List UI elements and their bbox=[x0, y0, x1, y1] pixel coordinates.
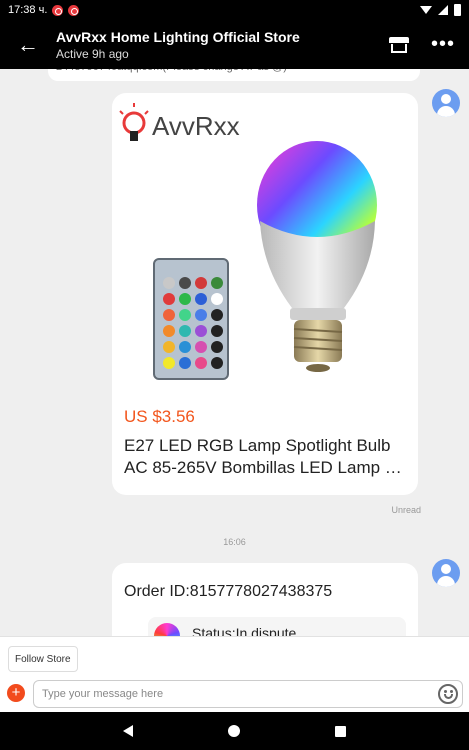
store-button[interactable] bbox=[381, 25, 417, 65]
order-status: Status:In dispute bbox=[192, 625, 297, 636]
product-name[interactable]: E27 LED RGB Lamp Spotlight Bulb AC 85-26… bbox=[124, 435, 408, 479]
signal-icon bbox=[438, 5, 448, 15]
status-time: 17:38 ч. bbox=[8, 4, 48, 16]
avatar-icon bbox=[432, 559, 460, 587]
store-icon bbox=[389, 36, 409, 53]
brand-logo-icon bbox=[119, 103, 149, 141]
back-arrow-icon: ← bbox=[17, 31, 39, 57]
page-title: AvvRxx Home Lighting Official Store bbox=[56, 28, 300, 45]
header-title-area: AvvRxx Home Lighting Official Store Acti… bbox=[56, 28, 381, 62]
message-input[interactable] bbox=[33, 680, 463, 708]
avatar-icon bbox=[432, 89, 460, 117]
nav-home-icon[interactable] bbox=[228, 725, 240, 737]
battery-icon bbox=[454, 4, 461, 16]
product-card[interactable]: AvvRxx US $3.56 E27 LED RGB Lamp Spotlig… bbox=[112, 93, 418, 495]
product-price: US $3.56 bbox=[124, 407, 195, 426]
app-bar: ← AvvRxx Home Lighting Official Store Ac… bbox=[0, 20, 469, 69]
nav-recents-icon[interactable] bbox=[335, 725, 346, 737]
order-card[interactable]: Order ID:8157778027438375 Status:In disp… bbox=[112, 563, 418, 636]
order-details[interactable]: Status:In dispute bbox=[148, 617, 406, 636]
read-status: Unread bbox=[391, 505, 421, 515]
chat-area[interactable]: 2443790740atqq.com(Please change AT as @… bbox=[0, 69, 469, 636]
message-timestamp: 16:06 bbox=[223, 537, 246, 547]
wifi-icon bbox=[420, 6, 432, 14]
more-options-button[interactable]: ••• bbox=[417, 25, 469, 65]
alarm-icon bbox=[68, 4, 80, 16]
brand-logo-text: AvvRxx bbox=[152, 111, 240, 141]
back-button[interactable]: ← bbox=[0, 20, 56, 69]
alarm-icon bbox=[52, 4, 64, 16]
add-icon[interactable]: + bbox=[7, 684, 25, 702]
product-image: AvvRxx bbox=[119, 103, 377, 380]
emoji-icon[interactable] bbox=[438, 684, 458, 704]
status-icons bbox=[420, 4, 461, 16]
more-icon: ••• bbox=[430, 33, 455, 55]
follow-store-button[interactable]: Follow Store bbox=[8, 646, 78, 672]
order-id: Order ID:8157778027438375 bbox=[124, 583, 333, 600]
status-bar: 17:38 ч. bbox=[0, 0, 469, 20]
active-status: Active 9h ago bbox=[56, 46, 129, 61]
system-navigation-bar bbox=[0, 712, 469, 750]
order-product-thumbnail bbox=[154, 623, 180, 636]
nav-back-icon[interactable] bbox=[123, 725, 133, 737]
previous-message: 2443790740atqq.com(Please change AT as @… bbox=[48, 69, 420, 81]
bulb-icon bbox=[257, 141, 377, 372]
remote-control-icon bbox=[153, 258, 229, 380]
